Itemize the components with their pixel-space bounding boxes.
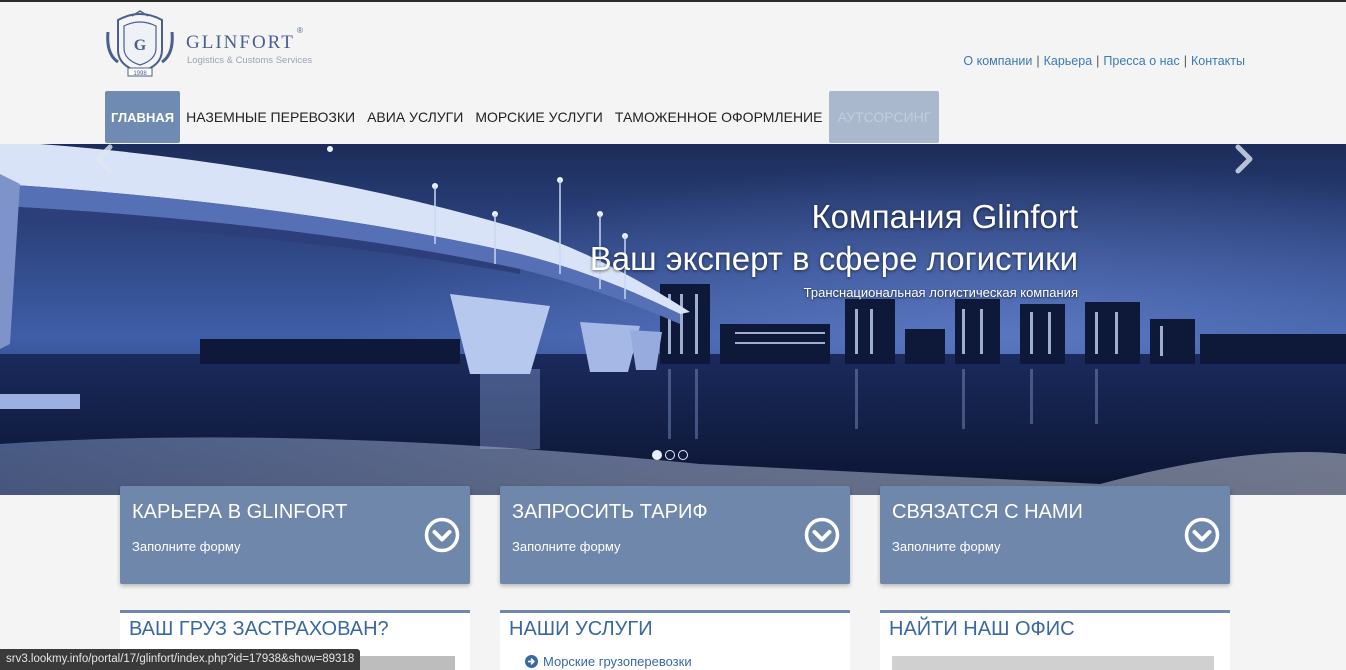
nav-item-outsourcing[interactable]: Аутсорсинг (829, 91, 940, 143)
emblem-letter: G (134, 37, 147, 54)
top-link-about[interactable]: О компании (963, 54, 1032, 68)
nav-item-home[interactable]: Главная (105, 91, 181, 143)
hero-title-line2: Ваш эксперт в сфере логистики (589, 240, 1078, 277)
cta-contact-subtitle: Заполните форму (892, 539, 1001, 554)
nav-item-sea-services[interactable]: Морские услуги (469, 91, 609, 143)
hero-slider: Компания Glinfort Ваш эксперт в сфере ло… (0, 144, 1346, 495)
chevron-right-icon[interactable] (1232, 144, 1256, 174)
cta-request-rate[interactable]: Запросить тариф Заполните форму (500, 486, 850, 584)
panel-find-office: Найти наш офис (880, 610, 1230, 670)
service-link-sea-freight[interactable]: Морские грузоперевозки (525, 654, 692, 669)
slider-dot-1[interactable] (652, 450, 662, 460)
nav-item-customs[interactable]: Таможенное оформление (609, 91, 829, 143)
chevron-left-icon[interactable] (92, 144, 116, 174)
nav-item-ground-transport[interactable]: Наземные перевозки (180, 91, 361, 143)
cta-career-title: Карьера в GLINFORT (132, 501, 348, 523)
slider-dot-3[interactable] (678, 450, 688, 460)
top-link-press[interactable]: Пресса о нас (1103, 54, 1179, 68)
panel-insurance-title: Ваш груз застрахован? (129, 618, 389, 640)
browser-status-url: srv3.lookmy.info/portal/17/glinfort/inde… (0, 649, 361, 670)
slider-dot-2[interactable] (665, 450, 675, 460)
top-link-career[interactable]: Карьера (1044, 54, 1093, 68)
cta-contact-title: Связатся с нами (892, 501, 1083, 523)
crest-icon: G 1998 (106, 10, 174, 77)
arrow-circle-right-icon (525, 655, 538, 668)
main-nav: Главная Наземные перевозки Авиа услуги М… (105, 91, 940, 143)
cta-career[interactable]: Карьера в GLINFORT Заполните форму (120, 486, 470, 584)
cta-rate-subtitle: Заполните форму (512, 539, 621, 554)
chevron-circle-down-icon[interactable] (1184, 517, 1220, 553)
cta-contact[interactable]: Связатся с нами Заполните форму (880, 486, 1230, 584)
panel-services-title: Наши услуги (509, 618, 653, 640)
slider-dots (652, 450, 688, 460)
hero-subtitle: Транснациональная логистическая компания (803, 285, 1078, 300)
chevron-circle-down-icon[interactable] (424, 517, 460, 553)
logo-name: GLINFORT (186, 32, 295, 53)
emblem-year: 1998 (133, 71, 147, 77)
service-link-label: Морские грузоперевозки (543, 654, 692, 669)
hero-title: Компания Glinfort Ваш эксперт в сфере ло… (590, 196, 1078, 280)
top-link-contacts[interactable]: Контакты (1191, 54, 1245, 68)
cta-rate-title: Запросить тариф (512, 501, 708, 523)
chevron-circle-down-icon[interactable] (804, 517, 840, 553)
cta-career-subtitle: Заполните форму (132, 539, 241, 554)
logo[interactable]: G 1998 GLINFORT ® Logistics & Customs Se… (104, 10, 334, 80)
office-map-image[interactable] (892, 656, 1214, 670)
top-border (0, 0, 1346, 2)
panel-services: Наши услуги Морские грузоперевозки (500, 610, 850, 670)
panel-office-title: Найти наш офис (889, 618, 1075, 640)
top-links: О компании | Карьера | Пресса о нас | Контакты (963, 54, 1245, 68)
registered-mark: ® (297, 26, 303, 35)
nav-item-air-services[interactable]: Авиа услуги (361, 91, 469, 143)
logo-subtitle: Logistics & Customs Services (187, 55, 313, 66)
hero-title-line1: Компания Glinfort (811, 198, 1078, 235)
